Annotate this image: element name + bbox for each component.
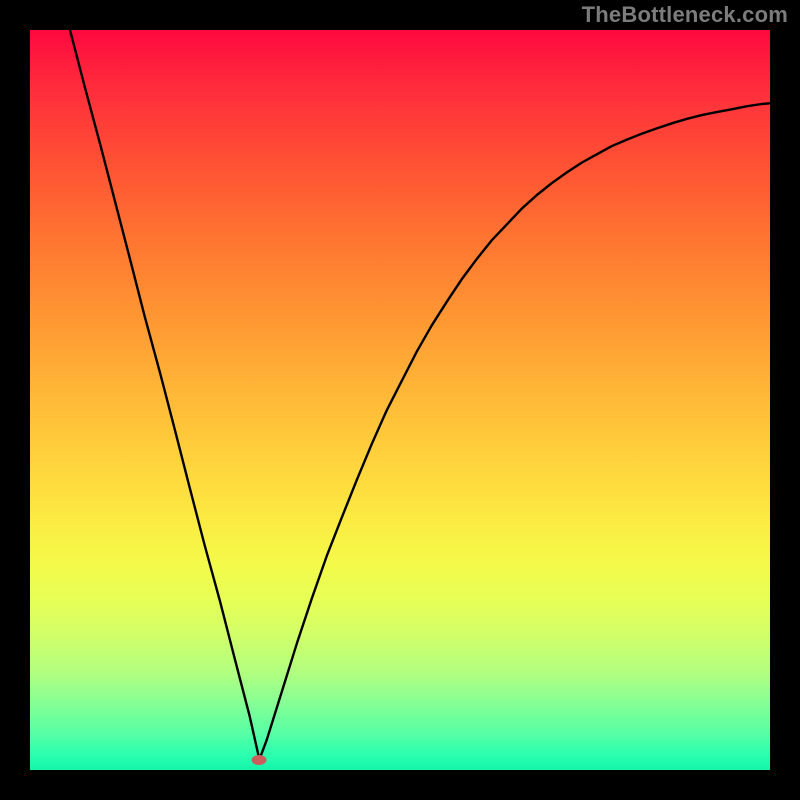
chart-frame: TheBottleneck.com (0, 0, 800, 800)
curve-line (30, 30, 770, 770)
min-marker (252, 755, 267, 765)
plot-area (30, 30, 770, 770)
watermark-text: TheBottleneck.com (582, 2, 788, 28)
